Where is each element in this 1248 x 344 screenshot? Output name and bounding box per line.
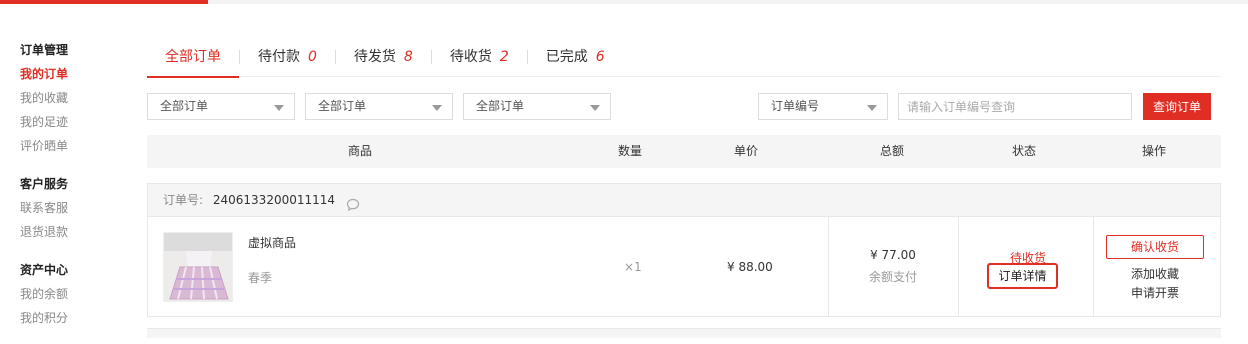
search-orders-button[interactable]: 查询订单 — [1143, 93, 1211, 120]
sidebar-group-title: 订单管理 — [20, 43, 69, 57]
tab-count: 8 — [403, 48, 413, 65]
sidebar: 订单管理 我的订单 我的收藏 我的足迹 评价晒单 客户服务 联系客服 退货退款 … — [20, 38, 130, 344]
sidebar-group-orders: 订单管理 我的订单 我的收藏 我的足迹 评价晒单 — [20, 38, 130, 158]
product-spec: 春季 — [248, 271, 273, 285]
order-total: ¥ 77.00 — [870, 248, 916, 262]
header-total: 总额 — [879, 144, 905, 158]
sidebar-item-my-favorites[interactable]: 我的收藏 — [20, 86, 130, 110]
header-unit-price: 单价 — [733, 144, 759, 158]
sidebar-group-service: 客户服务 联系客服 退货退款 — [20, 172, 130, 244]
chevron-down-icon — [432, 105, 442, 111]
sidebar-item-my-balance[interactable]: 我的余额 — [20, 282, 130, 306]
unit-price: ¥ 88.00 — [727, 260, 773, 274]
table-header: 商品 数量 单价 总额 状态 操作 — [147, 135, 1221, 168]
sidebar-group-title: 资产中心 — [20, 263, 69, 277]
sidebar-group-title: 客户服务 — [20, 177, 69, 191]
order-number-label: 订单号: — [163, 193, 204, 207]
sidebar-item-my-orders[interactable]: 我的订单 — [20, 62, 130, 86]
chevron-down-icon — [590, 105, 600, 111]
chevron-down-icon — [867, 105, 877, 111]
next-order-card — [147, 328, 1221, 338]
tab-pending-shipment[interactable]: 待发货 8 — [336, 38, 431, 77]
header-product: 商品 — [347, 144, 373, 158]
order-tabs: 全部订单 待付款 0 待发货 8 待收货 2 已完成 6 — [147, 38, 1221, 78]
sidebar-item-my-points[interactable]: 我的积分 — [20, 306, 130, 330]
sidebar-group-assets: 资产中心 我的余额 我的积分 — [20, 258, 130, 330]
column-divider — [828, 217, 829, 316]
top-bar — [0, 0, 1248, 4]
column-divider — [958, 217, 959, 316]
header-quantity: 数量 — [617, 144, 643, 158]
chevron-down-icon — [274, 105, 284, 111]
top-bar-accent — [0, 0, 208, 4]
sidebar-item-reviews[interactable]: 评价晒单 — [20, 134, 130, 158]
order-header: 订单号: 2406133200011114 — [148, 184, 1220, 217]
sidebar-item-contact-service[interactable]: 联系客服 — [20, 196, 130, 220]
chat-icon[interactable] — [345, 193, 361, 211]
header-actions: 操作 — [1141, 144, 1167, 158]
order-number-search-input[interactable] — [898, 93, 1132, 120]
order-card: 订单号: 2406133200011114 虚拟商品 春季 ×1 ¥ 88.00… — [147, 183, 1221, 317]
search-type-select[interactable]: 订单编号 — [758, 93, 888, 120]
order-detail-link[interactable]: 订单详情 — [987, 263, 1058, 289]
order-filter-select-1[interactable]: 全部订单 — [147, 93, 295, 120]
confirm-receipt-button[interactable]: 确认收货 — [1106, 235, 1204, 259]
payment-method: 余额支付 — [868, 270, 917, 284]
filter-bar: 全部订单 全部订单 全部订单 订单编号 查询订单 — [147, 77, 1221, 135]
order-filter-select-3[interactable]: 全部订单 — [463, 93, 611, 120]
tab-pending-payment[interactable]: 待付款 0 — [240, 38, 335, 77]
tab-count: 6 — [595, 48, 605, 65]
tab-count: 0 — [308, 48, 317, 65]
order-item-row: 虚拟商品 春季 ×1 ¥ 88.00 ¥ 77.00 余额支付 待收货 订单详情… — [148, 217, 1220, 316]
order-number: 2406133200011114 — [212, 193, 336, 207]
sidebar-item-my-footprints[interactable]: 我的足迹 — [20, 110, 130, 134]
tab-all-orders[interactable]: 全部订单 — [147, 38, 239, 78]
tab-completed[interactable]: 已完成 6 — [528, 38, 623, 77]
tab-pending-receipt[interactable]: 待收货 2 — [432, 38, 527, 77]
product-name[interactable]: 虚拟商品 — [248, 234, 296, 251]
sidebar-item-returns[interactable]: 退货退款 — [20, 220, 130, 244]
add-favorite-link[interactable]: 添加收藏 — [1106, 265, 1204, 282]
column-divider — [1093, 217, 1094, 316]
order-filter-select-2[interactable]: 全部订单 — [305, 93, 453, 120]
main-content: 全部订单 待付款 0 待发货 8 待收货 2 已完成 6 全部订单 全部订单 全部订单 … — [147, 38, 1221, 338]
tab-count: 2 — [499, 48, 509, 65]
request-invoice-link[interactable]: 申请开票 — [1106, 284, 1204, 301]
product-quantity: ×1 — [624, 260, 642, 274]
header-status: 状态 — [1011, 144, 1037, 158]
product-image[interactable] — [163, 232, 233, 302]
